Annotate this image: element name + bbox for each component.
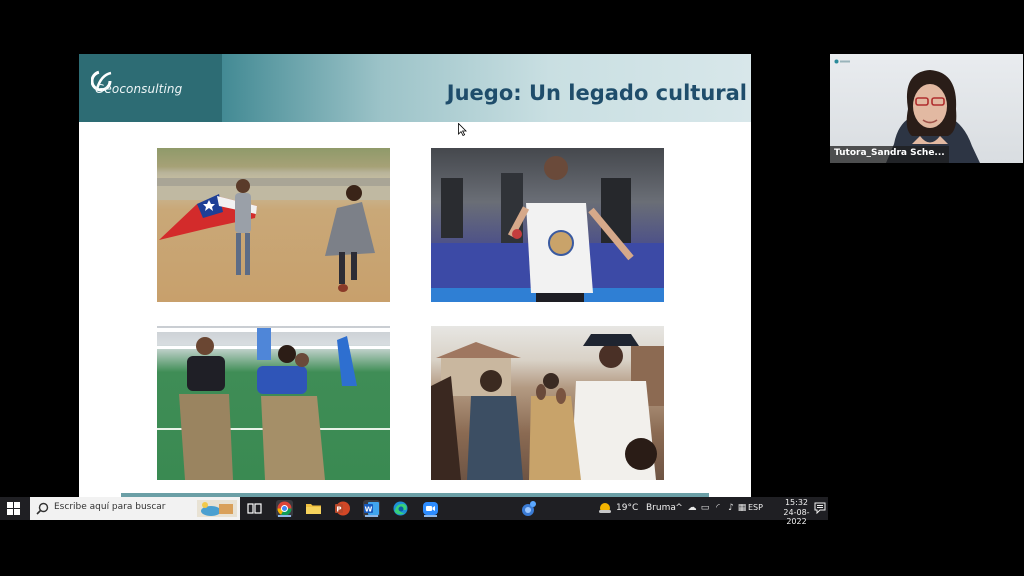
notifications-icon[interactable]: [814, 502, 826, 514]
taskbar-search-box[interactable]: Escribe aquí para buscar: [30, 497, 240, 520]
screen: Geoconsulting Juego: Un legado cultural: [0, 0, 1024, 576]
chevron-up-icon[interactable]: ^: [674, 503, 684, 513]
sharing-icon[interactable]: ▦: [737, 503, 747, 513]
zoom-icon[interactable]: [422, 500, 439, 517]
logo-text: Geoconsulting: [95, 82, 183, 96]
onedrive-icon[interactable]: ☁: [687, 503, 697, 513]
weather-condition[interactable]: Bruma: [646, 503, 676, 513]
participant-video-tile[interactable]: Tutora_Sandra Sche...: [830, 54, 1023, 163]
mouse-cursor-icon: [458, 123, 467, 136]
word-icon[interactable]: W: [363, 500, 380, 517]
clock-time[interactable]: 15:32: [774, 498, 819, 507]
powerpoint-icon[interactable]: P: [334, 500, 351, 517]
system-tray: 19°C Bruma ^ ☁ ▭ ◜ ♪ ▦ ESP 15:32 24-08-2…: [568, 497, 828, 526]
chrome-icon[interactable]: [276, 500, 293, 517]
taskbar: Escribe aquí para buscar P W 19°C Bruma …: [0, 497, 828, 526]
search-icon: [36, 502, 49, 515]
task-view-icon[interactable]: [246, 500, 263, 517]
input-language[interactable]: ESP: [748, 503, 763, 512]
photo-kite-children: [157, 148, 390, 302]
edge-icon[interactable]: [392, 500, 409, 517]
search-highlight-art-icon: [197, 500, 237, 517]
photo-clapping-game: [431, 326, 664, 480]
volume-icon[interactable]: ♪: [726, 503, 736, 513]
logo-block: Geoconsulting: [79, 54, 222, 122]
photo-sack-race: [157, 326, 390, 480]
zoom-active-indicator: [424, 515, 437, 517]
photo-boy-balero: [431, 148, 664, 302]
slide-header: Geoconsulting Juego: Un legado cultural: [79, 54, 751, 122]
word-active-indicator: [365, 515, 378, 517]
participant-name: Tutora_Sandra Sche...: [830, 146, 949, 163]
search-placeholder: Escribe aquí para buscar: [54, 502, 166, 512]
svg-text:W: W: [365, 506, 373, 514]
meet-now-icon[interactable]: [520, 500, 538, 518]
shared-slide: Geoconsulting Juego: Un legado cultural: [79, 54, 751, 497]
file-explorer-icon[interactable]: [305, 500, 322, 517]
windows-start-icon[interactable]: [6, 501, 21, 516]
weather-temperature[interactable]: 19°C: [616, 503, 638, 513]
chrome-active-indicator: [278, 515, 291, 517]
slide-title: Juego: Un legado cultural: [446, 81, 747, 105]
clock-date[interactable]: 24-08-2022: [774, 508, 819, 526]
network-icon[interactable]: ◜: [713, 503, 723, 513]
battery-icon[interactable]: ▭: [700, 503, 710, 513]
weather-sun-icon[interactable]: [598, 502, 612, 515]
svg-text:P: P: [336, 506, 341, 514]
